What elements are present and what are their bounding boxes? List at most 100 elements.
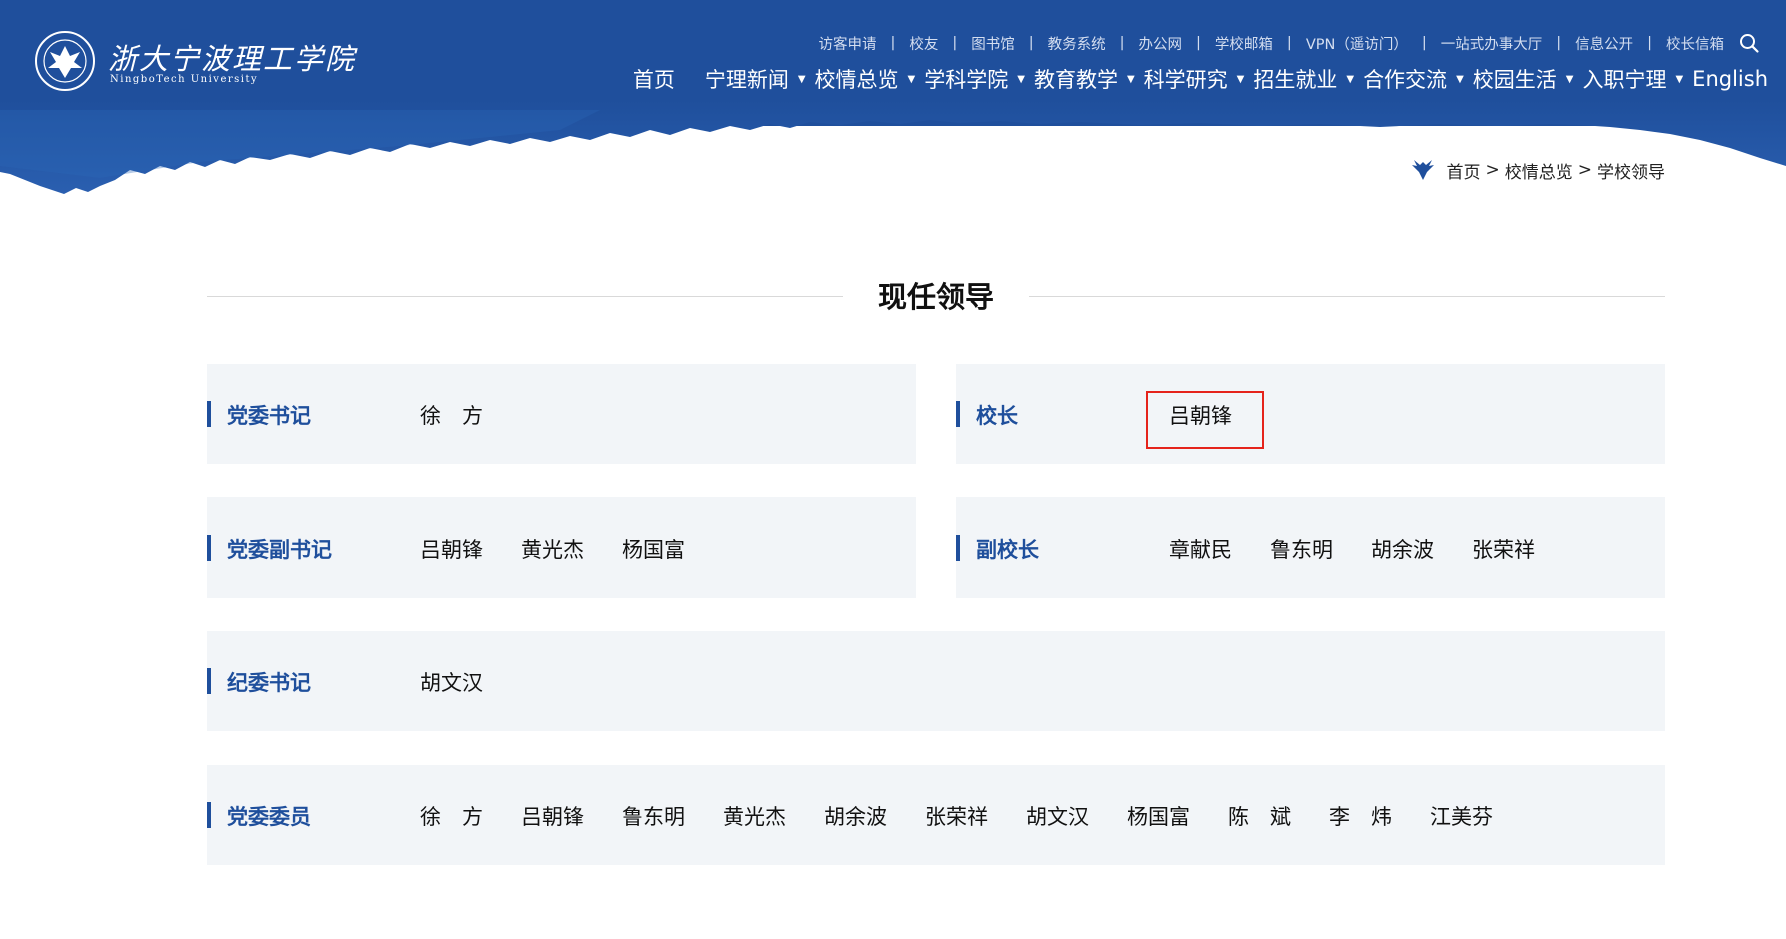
divider: |	[1647, 35, 1652, 51]
toplink-email[interactable]: 学校邮箱	[1215, 33, 1273, 54]
logo-english-name: NingboTech University	[110, 74, 259, 85]
card-accent-bar	[956, 401, 960, 427]
leader-name[interactable]: 鲁东明	[622, 801, 685, 831]
divider: |	[1556, 35, 1562, 51]
nav-item-admissions[interactable]: 招生就业 ▼	[1253, 64, 1363, 94]
card-accent-bar	[207, 535, 211, 561]
nav-item-news[interactable]: 宁理新闻 ▼	[705, 64, 815, 94]
leader-names: 徐 方 吕朝锋 鲁东明 黄光杰 胡余波 张荣祥 胡文汉 杨国富 陈 斌 李 炜 …	[420, 801, 1531, 831]
toplink-vpn[interactable]: VPN（遥访门）	[1306, 33, 1408, 54]
leader-names: 吕朝锋 黄光杰 杨国富	[420, 534, 723, 564]
caret-down-icon: ▼	[1126, 73, 1135, 85]
toplink-alumni[interactable]: 校友	[909, 33, 938, 54]
nav-item-campus-life[interactable]: 校园生活 ▼	[1473, 64, 1583, 94]
leader-name[interactable]: 吕朝锋	[420, 534, 483, 564]
leader-name[interactable]: 黄光杰	[723, 801, 786, 831]
nav-item-education[interactable]: 教育教学 ▼	[1034, 64, 1144, 94]
leader-name[interactable]: 吕朝锋	[1169, 400, 1232, 430]
nav-item-cooperation[interactable]: 合作交流 ▼	[1363, 64, 1473, 94]
caret-down-icon: ▼	[797, 73, 806, 85]
search-icon[interactable]	[1738, 32, 1760, 54]
leader-name[interactable]: 杨国富	[1127, 801, 1190, 831]
nav-item-label: 教育教学	[1033, 68, 1118, 92]
leader-name[interactable]: 李 炜	[1329, 801, 1392, 831]
caret-down-icon: ▼	[1456, 73, 1464, 85]
site-logo[interactable]: 浙大宁波理工学院 NingboTech University	[34, 30, 364, 94]
nav-item-schools[interactable]: 学科学院 ▼	[924, 64, 1034, 94]
nav-item-label: 科学研究	[1143, 68, 1228, 92]
leader-card-party-secretary: 党委书记 徐 方	[207, 364, 916, 464]
card-accent-bar	[956, 535, 960, 561]
leader-card-discipline-secretary: 纪委书记 胡文汉	[207, 631, 1665, 731]
phoenix-emblem-icon	[1411, 160, 1434, 180]
leader-card-vice-president: 副校长 章献民 鲁东明 胡余波 张荣祥	[956, 497, 1665, 598]
leader-names: 章献民 鲁东明 胡余波 张荣祥	[1169, 534, 1573, 564]
title-divider-right	[1029, 296, 1665, 297]
nav-item-careers[interactable]: 入职宁理 ▼	[1582, 64, 1692, 94]
nav-item-label: 入职宁理	[1582, 68, 1667, 92]
breadcrumb-home[interactable]: 首页	[1447, 158, 1481, 183]
nav-english[interactable]: English	[1692, 67, 1768, 91]
leader-name[interactable]: 黄光杰	[521, 534, 584, 564]
leader-card-deputy-party-secretary: 党委副书记 吕朝锋 黄光杰 杨国富	[207, 497, 916, 598]
breadcrumb: 首页 > 校情总览 > 学校领导	[1411, 157, 1665, 183]
leader-name[interactable]: 胡文汉	[420, 667, 483, 697]
toplink-library[interactable]: 图书馆	[971, 33, 1015, 54]
nav-item-label: 学科学院	[924, 68, 1009, 92]
university-seal-icon	[35, 31, 95, 91]
toplink-office[interactable]: 办公网	[1139, 33, 1183, 54]
divider: |	[1028, 35, 1034, 51]
leader-name[interactable]: 张荣祥	[925, 801, 988, 831]
leader-name[interactable]: 胡余波	[1371, 534, 1434, 564]
leader-name[interactable]: 徐 方	[420, 801, 483, 831]
breadcrumb-separator: >	[1485, 160, 1500, 180]
caret-down-icon: ▼	[1565, 73, 1574, 85]
nav-item-overview[interactable]: 校情总览 ▼	[815, 64, 925, 94]
section-title: 现任领导	[207, 275, 1665, 319]
card-accent-bar	[207, 802, 211, 828]
leader-name[interactable]: 章献民	[1169, 534, 1232, 564]
role-label: 党委副书记	[227, 538, 332, 562]
leader-name[interactable]: 鲁东明	[1270, 534, 1333, 564]
role-label: 副校长	[976, 538, 1039, 562]
nav-item-research[interactable]: 科学研究 ▼	[1144, 64, 1254, 94]
leader-card-committee-members: 党委委员 徐 方 吕朝锋 鲁东明 黄光杰 胡余波 张荣祥 胡文汉 杨国富 陈 斌…	[207, 765, 1665, 865]
page: 浙大宁波理工学院 NingboTech University 访客申请 | 校友…	[0, 0, 1786, 939]
breadcrumb-separator: >	[1577, 160, 1592, 180]
nav-item-label: 合作交流	[1363, 68, 1448, 92]
toplink-info-disclosure[interactable]: 信息公开	[1575, 33, 1633, 54]
divider: |	[1196, 35, 1201, 51]
role-label: 党委书记	[227, 404, 311, 428]
nav-home[interactable]: 首页	[633, 64, 675, 94]
toplink-visitor[interactable]: 访客申请	[818, 33, 876, 54]
card-accent-bar	[207, 668, 211, 694]
caret-down-icon: ▼	[1675, 73, 1684, 85]
leader-name[interactable]: 胡余波	[824, 801, 887, 831]
divider: |	[1119, 35, 1125, 51]
main-navigation: 首页 宁理新闻 ▼ 校情总览 ▼ 学科学院 ▼ 教育教学 ▼ 科学研究 ▼ 招生就业 ▼ 合…	[633, 63, 1768, 95]
caret-down-icon: ▼	[1236, 73, 1245, 85]
toplink-academic-system[interactable]: 教务系统	[1048, 33, 1106, 54]
leader-name[interactable]: 张荣祥	[1472, 534, 1535, 564]
breadcrumb-current: 学校领导	[1597, 162, 1665, 183]
leader-name[interactable]: 江美芬	[1430, 801, 1493, 831]
nav-item-label: 校情总览	[814, 68, 899, 92]
leader-name[interactable]: 吕朝锋	[521, 801, 584, 831]
toplink-president-mailbox[interactable]: 校长信箱	[1666, 33, 1724, 54]
toplink-service-hall[interactable]: 一站式办事大厅	[1441, 33, 1543, 54]
leader-name[interactable]: 杨国富	[622, 534, 685, 564]
role-label: 纪委书记	[227, 671, 311, 695]
leader-name[interactable]: 胡文汉	[1026, 801, 1089, 831]
leader-names: 吕朝锋	[1169, 400, 1270, 430]
leader-name[interactable]: 徐 方	[420, 400, 483, 430]
leader-names: 徐 方	[420, 400, 521, 430]
caret-down-icon: ▼	[1017, 73, 1025, 85]
breadcrumb-overview[interactable]: 校情总览	[1505, 158, 1573, 183]
role-label: 校长	[976, 404, 1018, 428]
nav-item-label: 宁理新闻	[704, 68, 789, 92]
leader-name[interactable]: 陈 斌	[1228, 801, 1291, 831]
leader-card-president: 校长 吕朝锋	[956, 364, 1665, 464]
caret-down-icon: ▼	[1346, 73, 1355, 85]
nav-item-label: 招生就业	[1253, 68, 1338, 92]
card-accent-bar	[207, 401, 211, 427]
